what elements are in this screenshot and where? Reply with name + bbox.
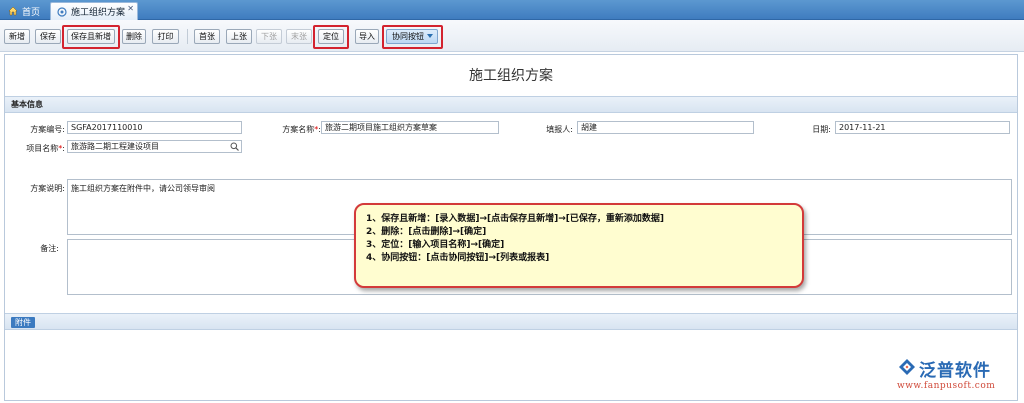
search-icon[interactable] — [230, 142, 239, 151]
highlight-save-and-new — [62, 25, 120, 49]
toolbar: 新增 保存 保存且新增 删除 打印 首张 上张 下张 末张 定位 导入 协同按钮 — [0, 20, 1024, 52]
logo-name: 泛普软件 — [919, 361, 991, 381]
next-record-button[interactable]: 下张 — [256, 29, 282, 44]
reporter-field[interactable]: 胡建 — [577, 121, 754, 134]
print-button[interactable]: 打印 — [152, 29, 179, 44]
date-field[interactable]: 2017-11-21 — [835, 121, 1010, 134]
save-button[interactable]: 保存 — [35, 29, 61, 44]
logo-mark-icon — [899, 359, 915, 375]
prev-record-button[interactable]: 上张 — [226, 29, 252, 44]
plan-no-label: 方案编号: — [30, 125, 65, 134]
tab-bar: 首页 施工组织方案 ✕ — [0, 0, 1024, 20]
delete-button[interactable]: 删除 — [122, 29, 146, 44]
import-button[interactable]: 导入 — [355, 29, 379, 44]
brand-logo: 泛普软件 www.fanpusoft.com — [893, 356, 1021, 400]
project-name-label-text: 项目名称 — [26, 144, 59, 153]
last-record-button[interactable]: 末张 — [286, 29, 312, 44]
basic-info-header: 基本信息 — [5, 96, 1017, 113]
project-name-field[interactable]: 旅游路二期工程建设项目 — [67, 140, 242, 153]
plan-name-label-text: 方案名称 — [282, 125, 315, 134]
attachment-button[interactable]: 附件 — [11, 317, 35, 328]
page-icon — [57, 6, 67, 17]
highlight-locate — [313, 25, 349, 49]
highlight-collab — [382, 25, 443, 49]
new-button[interactable]: 新增 — [4, 29, 30, 44]
home-icon — [8, 6, 18, 16]
toolbar-divider — [187, 29, 188, 44]
description-label: 方案说明: — [30, 184, 65, 193]
callout-line-1: 1、保存且新增：[录入数据]→[点击保存且新增]→[已保存，重新添加数据] — [366, 214, 665, 224]
tab-construction-plan-label: 施工组织方案 — [71, 8, 126, 18]
logo-url: www.fanpusoft.com — [897, 381, 996, 391]
remark-label: 备注: — [40, 244, 59, 253]
reporter-label: 填报人: — [546, 125, 573, 134]
plan-name-label: 方案名称*: — [263, 124, 321, 135]
project-name-label: 项目名称*: — [9, 143, 65, 154]
close-icon[interactable]: ✕ — [127, 4, 134, 13]
callout-line-3: 3、定位：[输入项目名称]→[确定] — [366, 240, 505, 250]
plan-name-field[interactable]: 旅游二期项目施工组织方案草案 — [321, 121, 499, 134]
instruction-callout: 1、保存且新增：[录入数据]→[点击保存且新增]→[已保存，重新添加数据] 2、… — [354, 203, 804, 288]
tab-home[interactable]: 首页 — [2, 2, 48, 20]
tab-construction-plan[interactable]: 施工组织方案 ✕ — [50, 2, 138, 20]
attachment-header: 附件 — [5, 313, 1017, 330]
date-label: 日期: — [812, 125, 831, 134]
plan-no-field[interactable]: SGFA2017110010 — [67, 121, 242, 134]
callout-line-4: 4、协同按钮：[点击协同按钮]→[列表或报表] — [366, 253, 550, 263]
first-record-button[interactable]: 首张 — [194, 29, 220, 44]
page-title: 施工组织方案 — [469, 68, 553, 84]
project-name-value: 旅游路二期工程建设项目 — [71, 142, 159, 151]
tab-home-label: 首页 — [22, 7, 41, 18]
callout-line-2: 2、删除：[点击删除]→[确定] — [366, 227, 487, 237]
project-name-label-colon: : — [62, 144, 65, 153]
